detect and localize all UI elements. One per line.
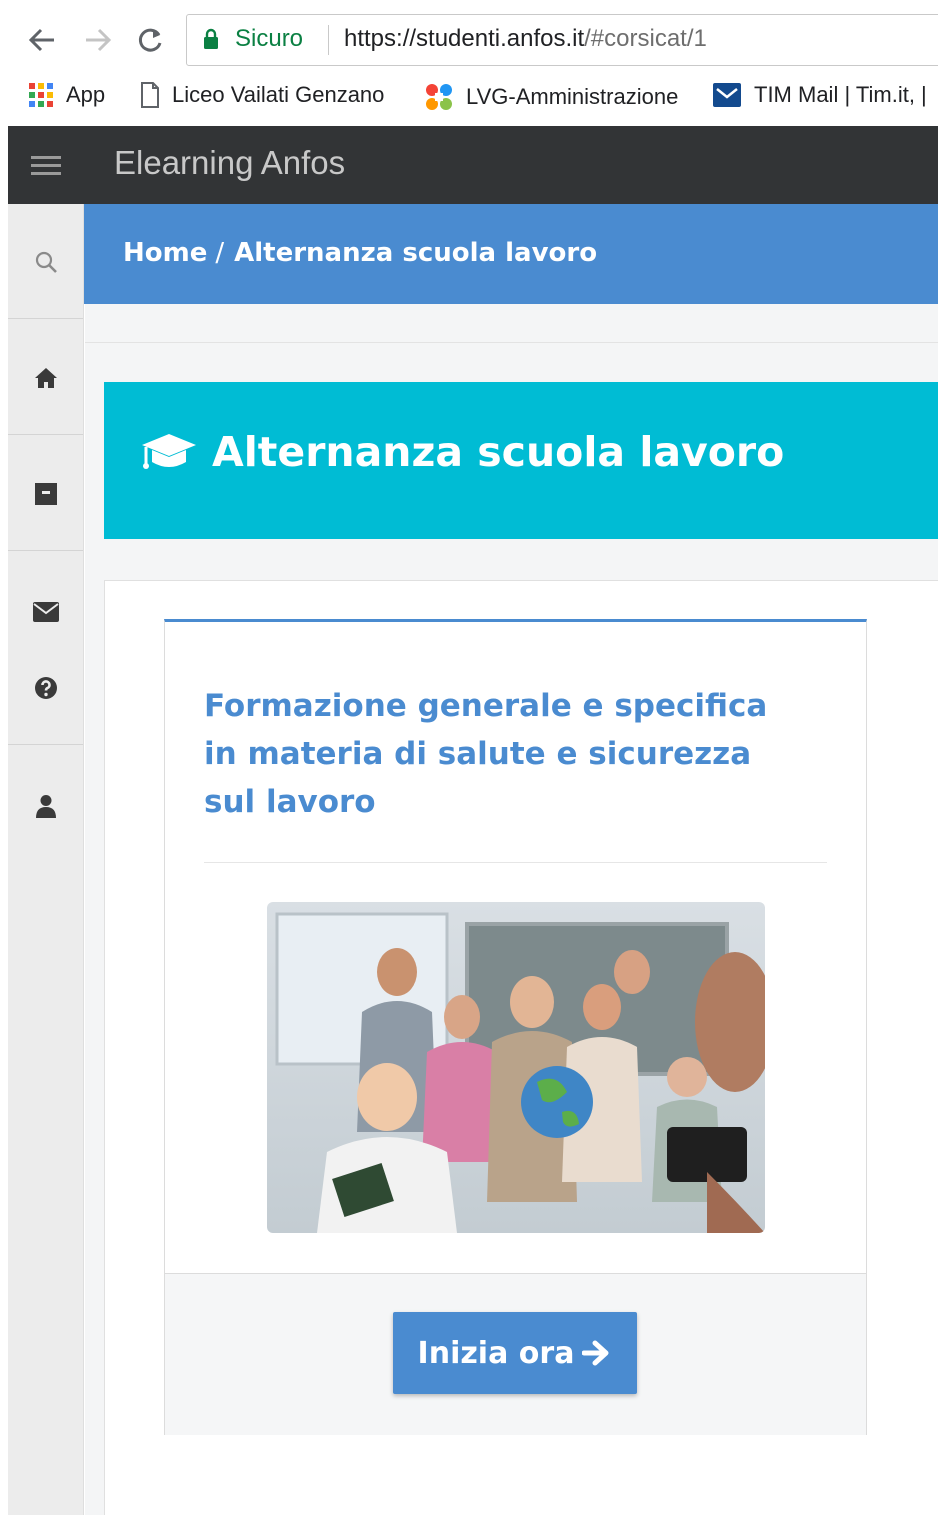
main-content: Alternanza scuola lavoro Formazione gene… [85,304,938,1515]
course-title[interactable]: Formazione generale e specifica in mater… [204,682,804,826]
user-icon [35,795,56,818]
breadcrumb-current: Alternanza scuola lavoro [234,238,598,268]
bookmark-liceo[interactable]: Liceo Vailati Genzano [140,82,402,108]
envelope-icon [32,602,59,622]
course-card: Formazione generale e specifica in mater… [164,619,867,1435]
secure-label: Sicuro [235,25,304,52]
address-separator [328,25,329,55]
arrow-right-icon [582,1339,612,1367]
bookmark-apps[interactable]: App [28,82,105,108]
back-button[interactable] [24,22,60,58]
url-text: https://studenti.anfos.it/#corsicat/1 [344,25,707,53]
breadcrumb-bar: Home / Alternanza scuola lavoro [84,204,938,304]
lock-icon [204,28,218,49]
courses-panel: Formazione generale e specifica in mater… [104,580,938,1515]
archive-icon [34,483,57,505]
reload-icon [138,28,162,52]
sidebar-divider [8,744,83,745]
breadcrumb: Home / Alternanza scuola lavoro [123,238,597,268]
sidebar-item-search[interactable] [8,242,83,282]
start-button-label: Inizia ora [417,1335,575,1371]
apps-grid-icon [29,83,53,107]
breadcrumb-home-link[interactable]: Home [123,238,207,268]
bookmark-label: LVG-Amministrazione [466,84,679,109]
page-icon [141,82,159,108]
mail-icon [713,83,741,107]
home-icon [34,368,57,388]
question-circle-icon [34,677,57,699]
sidebar-divider [8,318,83,319]
back-arrow-icon [28,28,54,52]
bookmarks-bar: App Liceo Vailati Genzano LVG-Amministra… [0,70,938,126]
sidebar-item-profile[interactable] [8,786,83,826]
app-title: Elearning Anfos [114,144,346,181]
content-divider [85,342,938,343]
sidebar-divider [8,434,83,435]
forward-button[interactable] [80,22,116,58]
bookmark-lvg[interactable]: LVG-Amministrazione [424,82,692,112]
joomla-icon [426,84,452,110]
category-title: Alternanza scuola lavoro [212,428,785,476]
sidebar-item-home[interactable] [8,358,83,398]
menu-toggle-button[interactable] [8,126,84,204]
search-icon [35,251,57,273]
bookmark-tim-mail[interactable]: TIM Mail | Tim.it, | [712,82,938,108]
reload-button[interactable] [132,22,168,58]
sidebar-item-help[interactable] [8,668,83,708]
graduation-cap-icon [140,432,198,472]
start-course-button[interactable]: Inizia ora [393,1312,637,1394]
breadcrumb-separator: / [215,238,225,268]
address-bar[interactable]: Sicuro https://studenti.anfos.it/#corsic… [186,14,938,66]
course-image [267,902,765,1233]
card-footer: Inizia ora [165,1273,866,1435]
hamburger-icon [31,156,61,175]
forward-arrow-icon [86,28,112,52]
sidebar-item-messages[interactable] [8,592,83,632]
sidebar [8,204,84,1515]
url-host: https://studenti.anfos.it [344,25,585,52]
bookmark-label: TIM Mail | Tim.it, | [754,82,927,107]
app-header: Elearning Anfos [8,126,938,204]
category-banner: Alternanza scuola lavoro [104,382,938,539]
card-divider [204,862,827,863]
browser-toolbar: Sicuro https://studenti.anfos.it/#corsic… [0,0,938,70]
url-path: /#corsicat/1 [584,25,707,52]
bookmark-label: App [66,82,106,107]
sidebar-item-archive[interactable] [8,474,83,514]
category-heading: Alternanza scuola lavoro [140,428,784,476]
bookmark-label: Liceo Vailati Genzano [172,82,385,107]
sidebar-divider [8,550,83,551]
